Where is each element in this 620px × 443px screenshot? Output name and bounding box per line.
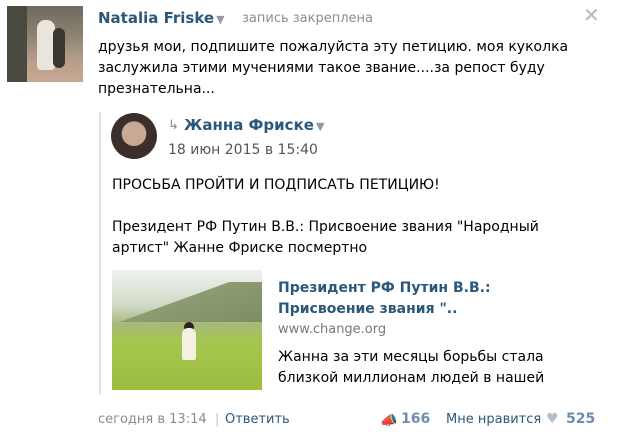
repost-author[interactable]: Жанна Фриске ▼ xyxy=(184,116,324,134)
close-icon[interactable]: ✕ xyxy=(583,3,600,27)
repost-divider xyxy=(99,112,101,394)
heart-icon[interactable]: ♥ xyxy=(546,411,559,427)
author-avatar[interactable] xyxy=(7,6,83,82)
post-timestamp[interactable]: сегодня в 13:14 xyxy=(98,412,207,427)
repost-arrow-icon: ↳ xyxy=(168,118,179,133)
post-author[interactable]: Natalia Friske ▼ xyxy=(98,9,225,27)
like-button-label[interactable]: Мне нравится xyxy=(446,412,541,427)
avatar-figure-dark xyxy=(53,28,65,68)
footer-separator: | xyxy=(215,412,220,427)
post-text: друзья мои, подпишите пожалуйста эту пет… xyxy=(98,39,569,97)
share-megaphone-icon[interactable]: 📣 xyxy=(380,413,397,429)
image-mountain xyxy=(112,282,262,322)
chevron-down-icon[interactable]: ▼ xyxy=(316,120,324,133)
chevron-down-icon[interactable]: ▼ xyxy=(216,13,224,26)
repost-author-avatar[interactable] xyxy=(111,113,157,159)
link-preview-image[interactable] xyxy=(112,270,262,390)
repost-date[interactable]: 18 июн 2015 в 15:40 xyxy=(168,142,318,158)
link-preview-domain: www.change.org xyxy=(278,322,387,337)
avatar-background xyxy=(7,6,27,82)
pinned-label: запись закреплена xyxy=(242,11,374,26)
link-preview-description: Жанна за эти месяцы борьбы стала близкой… xyxy=(278,349,545,386)
repost-body: Президент РФ Путин В.В.: Присвоение зван… xyxy=(112,219,539,256)
reply-button[interactable]: Ответить xyxy=(225,412,290,427)
post-author-name[interactable]: Natalia Friske xyxy=(98,9,214,27)
repost-headline: ПРОСЬБА ПРОЙТИ И ПОДПИСАТЬ ПЕТИЦИЮ! xyxy=(112,177,440,193)
share-count[interactable]: 166 xyxy=(401,411,430,427)
link-preview-title[interactable]: Президент РФ Путин В.В.: Присвоение зван… xyxy=(278,278,518,320)
like-count[interactable]: 525 xyxy=(566,411,595,427)
repost-author-name[interactable]: Жанна Фриске xyxy=(184,116,314,134)
image-girl xyxy=(182,328,196,360)
